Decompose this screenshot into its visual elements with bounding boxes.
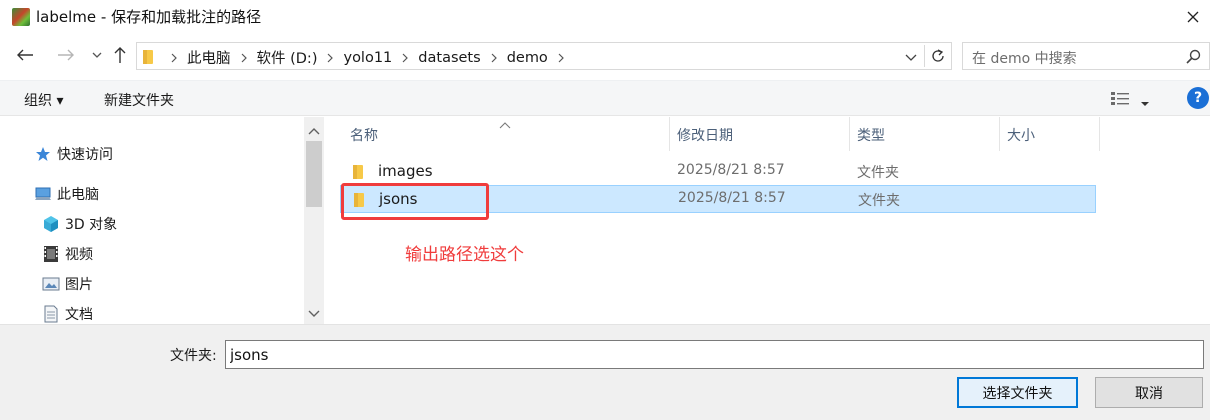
toolbar: 组织 ▾ 新建文件夹 xyxy=(0,80,1210,116)
column-header-name[interactable]: 名称 xyxy=(350,117,378,151)
file-type: 文件夹 xyxy=(857,165,899,181)
navigation-scrollbar[interactable] xyxy=(304,117,324,324)
sort-ascending-icon xyxy=(499,117,511,133)
chevron-right-icon[interactable] xyxy=(233,53,255,63)
breadcrumb-datasets[interactable]: datasets xyxy=(416,50,482,66)
forward-arrow-icon[interactable] xyxy=(55,44,77,66)
sidebar-item-pictures[interactable]: 图片 xyxy=(42,274,93,294)
breadcrumb-this-pc[interactable]: 此电脑 xyxy=(185,47,233,68)
sidebar-item-label: 文档 xyxy=(65,307,93,323)
file-date: 2025/8/21 8:57 xyxy=(677,162,785,178)
cancel-button[interactable]: 取消 xyxy=(1095,377,1203,408)
select-folder-button[interactable]: 选择文件夹 xyxy=(957,377,1078,408)
column-divider[interactable] xyxy=(849,117,850,151)
chevron-right-icon[interactable] xyxy=(394,53,416,63)
cube-3d-icon xyxy=(42,215,60,233)
scroll-down-icon[interactable] xyxy=(308,306,320,322)
address-history-chevron-icon[interactable] xyxy=(901,47,921,67)
file-name[interactable]: images xyxy=(378,162,433,180)
chevron-right-icon[interactable] xyxy=(163,53,185,63)
column-header-size[interactable]: 大小 xyxy=(1007,117,1035,151)
search-box[interactable]: 在 demo 中搜索 xyxy=(962,42,1210,70)
file-date: 2025/8/21 8:57 xyxy=(678,190,786,206)
refresh-icon[interactable] xyxy=(928,46,948,66)
breadcrumb-yolo11[interactable]: yolo11 xyxy=(341,50,394,66)
annotation-highlight-box xyxy=(341,183,489,220)
sidebar-item-videos[interactable]: 视频 xyxy=(42,244,93,264)
help-icon[interactable]: ? xyxy=(1187,87,1209,109)
folder-label: 文件夹: xyxy=(170,348,217,364)
sidebar-item-label: 此电脑 xyxy=(57,187,99,203)
column-header-date[interactable]: 修改日期 xyxy=(677,117,733,151)
column-divider[interactable] xyxy=(999,117,1000,151)
sidebar-item-this-pc[interactable]: 此电脑 xyxy=(34,184,99,204)
breadcrumb-demo[interactable]: demo xyxy=(505,50,550,66)
view-options-icon[interactable] xyxy=(1110,90,1130,110)
back-arrow-icon[interactable] xyxy=(14,44,36,66)
chevron-right-icon[interactable] xyxy=(319,53,341,63)
document-icon xyxy=(42,305,60,323)
video-icon xyxy=(42,245,60,263)
column-divider[interactable] xyxy=(669,117,670,151)
title-bar: labelme - 保存和加载批注的路径 xyxy=(0,0,1210,34)
up-arrow-icon[interactable] xyxy=(109,44,131,66)
scroll-up-icon[interactable] xyxy=(308,123,320,139)
search-icon[interactable] xyxy=(1185,49,1201,69)
search-input[interactable]: 在 demo 中搜索 xyxy=(972,48,1077,68)
window-title: labelme - 保存和加载批注的路径 xyxy=(36,8,262,26)
chevron-right-icon[interactable] xyxy=(550,53,572,63)
sidebar-item-label: 图片 xyxy=(65,277,93,293)
sidebar-item-quick-access[interactable]: 快速访问 xyxy=(34,144,113,164)
folder-name-input[interactable] xyxy=(225,340,1204,369)
folder-icon xyxy=(352,164,364,184)
navigation-pane: 快速访问 此电脑 3D 对象 视频 图片 文档 xyxy=(0,117,324,324)
sidebar-item-3d-objects[interactable]: 3D 对象 xyxy=(42,214,117,234)
address-divider xyxy=(924,45,925,67)
file-list: 名称 修改日期 类型 大小 images 2025/8/21 8:57 文件夹 … xyxy=(326,117,1210,324)
sidebar-item-label: 视频 xyxy=(65,247,93,263)
labelme-app-icon xyxy=(12,8,30,26)
annotation-text: 输出路径选这个 xyxy=(405,245,524,265)
new-folder-button[interactable]: 新建文件夹 xyxy=(104,90,174,110)
folder-icon xyxy=(142,49,154,69)
breadcrumb-drive-d[interactable]: 软件 (D:) xyxy=(255,47,320,68)
close-icon[interactable] xyxy=(1180,4,1206,30)
computer-icon xyxy=(34,185,52,203)
sidebar-item-label: 3D 对象 xyxy=(65,217,118,233)
sidebar-item-label: 快速访问 xyxy=(57,147,113,163)
chevron-right-icon[interactable] xyxy=(483,53,505,63)
organize-button[interactable]: 组织 ▾ xyxy=(24,90,63,110)
sidebar-item-documents[interactable]: 文档 xyxy=(42,304,93,324)
star-icon xyxy=(34,145,52,163)
column-header-type[interactable]: 类型 xyxy=(857,117,885,151)
chevron-down-icon[interactable] xyxy=(86,44,108,66)
breadcrumb: 此电脑 软件 (D:) yolo11 datasets demo xyxy=(163,47,572,68)
address-bar[interactable]: 此电脑 软件 (D:) yolo11 datasets demo xyxy=(136,42,952,70)
file-type: 文件夹 xyxy=(858,193,900,209)
list-item[interactable]: images 2025/8/21 8:57 文件夹 xyxy=(340,158,1096,186)
picture-icon xyxy=(42,275,60,293)
view-dropdown-chevron-icon[interactable] xyxy=(1140,95,1150,111)
scrollbar-thumb[interactable] xyxy=(306,141,322,207)
column-divider[interactable] xyxy=(1099,117,1100,151)
